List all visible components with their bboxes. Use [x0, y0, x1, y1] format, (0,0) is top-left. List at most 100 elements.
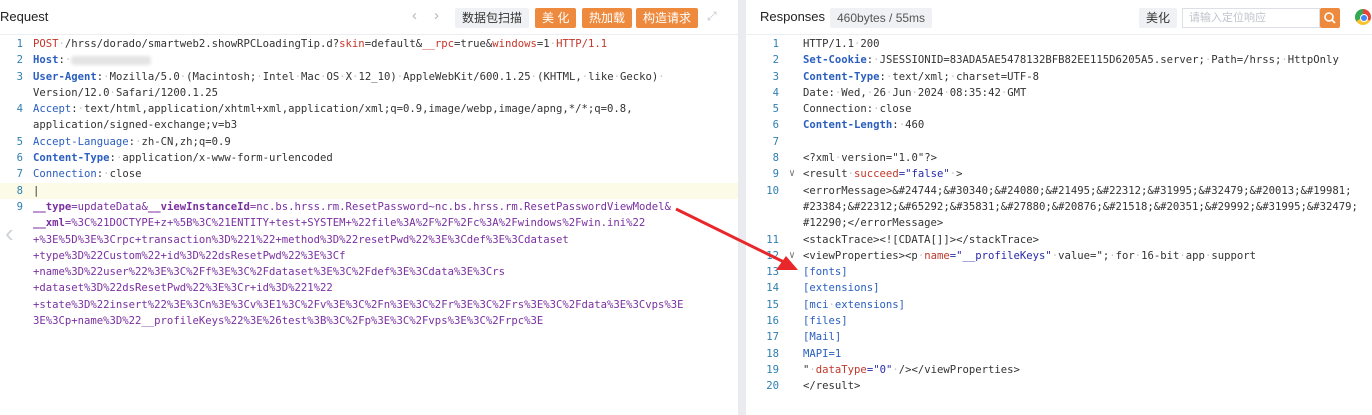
line-text: __type=updateData&__viewInstanceId=nc.bs… — [33, 199, 738, 215]
line-text: User-Agent:·Mozilla/5.0·(Macintosh;·Inte… — [33, 69, 738, 85]
fold-gutter — [789, 378, 803, 394]
token: __type — [33, 200, 72, 213]
line-number: 19 — [766, 363, 779, 376]
code-line[interactable]: 8 | — [0, 182, 738, 199]
line-text: +%3E%5D%3E%3Crpc+transaction%3D%221%22+m… — [33, 232, 738, 248]
code-line[interactable]: #12290;</errorMessage> — [746, 215, 1372, 231]
next-arrow-icon[interactable]: › — [434, 7, 439, 24]
code-line[interactable]: 5 Accept-Language:·zh-CN,zh;q=0.9 — [0, 134, 738, 150]
code-line[interactable]: 9 __type=updateData&__viewInstanceId=nc.b… — [0, 199, 738, 215]
fold-chevron-icon[interactable]: ∨ — [789, 166, 803, 182]
code-line[interactable]: 14 [extensions] — [746, 280, 1372, 296]
token: Accept-Language — [33, 135, 129, 148]
line-number: 3 — [16, 70, 23, 83]
search-button[interactable] — [1320, 8, 1340, 28]
line-number: 5 — [16, 135, 23, 148]
line-text: <viewProperties><p·name="__profileKeys"·… — [803, 248, 1372, 264]
response-beautify-button[interactable]: 美化 — [1139, 8, 1178, 28]
token: =nc.bs.hrss.rm.ResetPassword~nc.bs.hrss.… — [249, 200, 671, 213]
line-number: 8 — [16, 184, 23, 197]
token: :·close — [96, 168, 142, 181]
fold-chevron-icon[interactable]: ∨ — [789, 248, 803, 264]
build-request-button[interactable]: 构造请求 — [636, 8, 699, 28]
code-line[interactable]: +name%3D%22user%22%3E%3C%2Ff%3E%3C%2Fdat… — [0, 264, 738, 280]
code-line[interactable]: +type%3D%22Custom%22+id%3D%22dsResetPwd%… — [0, 248, 738, 264]
fold-gutter — [789, 313, 803, 329]
line-number: 15 — [766, 298, 779, 311]
prev-arrow-icon[interactable]: ‹ — [412, 7, 417, 24]
line-text: Connection:·close — [803, 101, 1372, 117]
code-line[interactable]: 3 User-Agent:·Mozilla/5.0·(Macintosh;·Int… — [0, 69, 738, 85]
line-text: +name%3D%22user%22%3E%3C%2Ff%3E%3C%2Fdat… — [33, 264, 738, 280]
token: :·460 — [892, 119, 925, 132]
code-line[interactable]: 11 <stackTrace><![CDATA[]]></stackTrace> — [746, 232, 1372, 248]
line-number: 2 — [16, 54, 23, 67]
token: name — [924, 249, 950, 262]
code-line[interactable]: 15 [mci·extensions] — [746, 297, 1372, 313]
code-line[interactable]: 4 Date:·Wed,·26·Jun·2024·08:35:42·GMT — [746, 85, 1372, 101]
code-line[interactable]: 16 [files] — [746, 313, 1372, 329]
line-text: <stackTrace><![CDATA[]]></stackTrace> — [803, 232, 1372, 248]
code-line[interactable]: 2 Set-Cookie:·JSESSIONID=83ADA5AE5478132B… — [746, 52, 1372, 68]
token: =%3C%21DOCTYPE+z+%5B%3C%21ENTITY+test+SY… — [64, 217, 646, 230]
line-number: 17 — [766, 331, 779, 344]
code-line[interactable]: +dataset%3D%22dsResetPwd%22%3E%3Cr+id%3D… — [0, 280, 738, 296]
token: :·close — [866, 103, 912, 116]
locate-search-input[interactable]: 请输入定位响应 — [1182, 8, 1320, 28]
code-line[interactable]: +%3E%5D%3E%3Crpc+transaction%3D%221%22+m… — [0, 232, 738, 248]
code-line[interactable]: 7 — [746, 134, 1372, 150]
code-line[interactable]: 17 [Mail] — [746, 329, 1372, 345]
line-text: #23384;&#22312;&#65292;&#35831;&#27880;&… — [803, 199, 1372, 215]
hot-reload-button[interactable]: 热加载 — [582, 8, 633, 28]
line-number — [0, 264, 33, 280]
line-text: +state%3D%22insert%22%3E%3Cn%3E%3Cv%3E1%… — [33, 297, 738, 313]
token: Host — [33, 54, 59, 67]
code-line[interactable]: +state%3D%22insert%22%3E%3Cn%3E%3Cv%3E1%… — [0, 297, 738, 313]
request-editor[interactable]: 1 POST·/hrss/dorado/smartweb2.showRPCLoad… — [0, 36, 738, 329]
line-text: [extensions] — [803, 280, 1372, 296]
code-line[interactable]: 6 Content-Type:·application/x-www-form-ur… — [0, 150, 738, 166]
code-line[interactable]: 1 HTTP/1.1·200 — [746, 36, 1372, 52]
code-line[interactable]: 18 MAPI=1 — [746, 346, 1372, 362]
browser-icon[interactable] — [1355, 9, 1371, 25]
code-line[interactable]: 20 </result> — [746, 378, 1372, 394]
code-line[interactable]: application/signed-exchange;v=b3 — [0, 117, 738, 133]
code-line[interactable]: 12 ∨ <viewProperties><p·name="__profileKey… — [746, 248, 1372, 264]
line-text: Accept-Language:·zh-CN,zh;q=0.9 — [33, 134, 738, 150]
line-number: 14 — [766, 282, 779, 295]
fold-gutter — [789, 52, 803, 68]
redacted-host — [71, 55, 152, 65]
response-size-badge: 460bytes / 55ms — [830, 8, 933, 28]
code-line[interactable]: 9 ∨ <result·succeed="false"·> — [746, 166, 1372, 182]
line-text — [803, 134, 1372, 150]
code-line[interactable]: 19 "·dataType="0"·/></viewProperties> — [746, 362, 1372, 378]
beautify-button[interactable]: 美 化 — [535, 8, 577, 28]
code-line[interactable]: 1 POST·/hrss/dorado/smartweb2.showRPCLoad… — [0, 36, 738, 52]
code-line[interactable]: 4 Accept:·text/html,application/xhtml+xml… — [0, 101, 738, 117]
line-number: 7 — [16, 168, 23, 181]
token: Connection — [803, 103, 867, 116]
code-line[interactable]: 5 Connection:·close — [746, 101, 1372, 117]
packet-scan-button[interactable]: 数据包扫描 — [455, 8, 530, 28]
code-line[interactable]: 6 Content-Length:·460 — [746, 117, 1372, 133]
response-viewer[interactable]: 1 HTTP/1.1·200 2 Set-Cookie:·JSESSIONID=83A… — [746, 36, 1372, 395]
code-line[interactable]: 13 [fonts] — [746, 264, 1372, 280]
line-text: Accept:·text/html,application/xhtml+xml,… — [33, 101, 738, 117]
chevron-left-icon[interactable]: ‹ — [5, 218, 14, 249]
code-line[interactable]: Version/12.0·Safari/1200.1.25 — [0, 85, 738, 101]
token: [mci·extensions] — [803, 298, 906, 311]
line-number: 10 — [766, 184, 779, 197]
code-line[interactable]: #23384;&#22312;&#65292;&#35831;&#27880;&… — [746, 199, 1372, 215]
token: :· — [58, 54, 72, 67]
token: | — [33, 184, 40, 197]
code-line[interactable]: 10 <errorMessage>&#24744;&#30340;&#24080;… — [746, 183, 1372, 199]
code-line[interactable]: 8 <?xml·version="1.0"?> — [746, 150, 1372, 166]
request-toolbar: Request ‹ › 数据包扫描 美 化 热加载 构造请求 ⤢ — [0, 0, 738, 35]
code-line[interactable]: 7 Connection:·close — [0, 166, 738, 182]
code-line[interactable]: 2 Host:· — [0, 52, 738, 68]
token: POST — [33, 38, 59, 50]
code-line[interactable]: 3E%3Cp+name%3D%22__profileKeys%22%3E%26t… — [0, 313, 738, 329]
code-line[interactable]: 3 Content-Type:·text/xml;·charset=UTF-8 — [746, 69, 1372, 85]
code-line[interactable]: __xml=%3C%21DOCTYPE+z+%5B%3C%21ENTITY+te… — [0, 215, 738, 231]
expand-icon[interactable]: ⤢ — [707, 9, 717, 24]
